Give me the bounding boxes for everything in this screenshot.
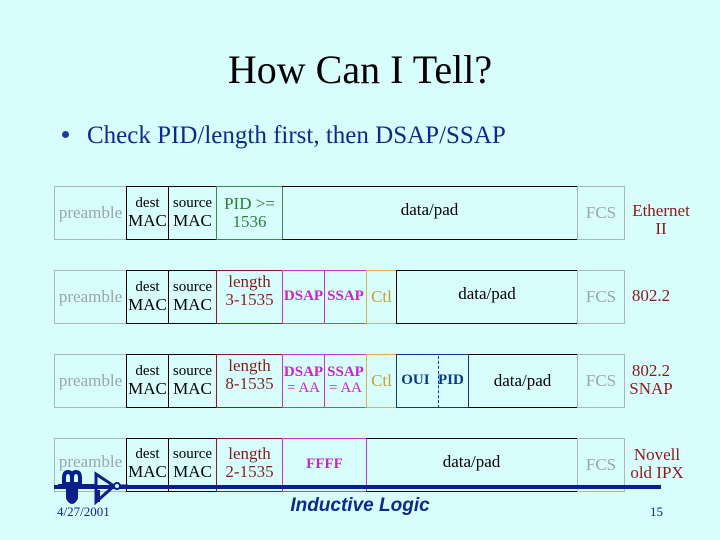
data-pad-field: data/pad	[396, 270, 578, 324]
length-value: 8-1535	[225, 373, 274, 393]
frame-type-line1: 802.2	[631, 286, 671, 305]
oui-pid-divider	[438, 356, 439, 408]
pid-field: PID >= 1536	[216, 186, 283, 240]
preamble-field: preamble	[54, 354, 127, 408]
length-label: length	[228, 272, 271, 291]
snap-pid-label: PID	[437, 372, 464, 389]
data-pad-field: data/pad	[282, 186, 578, 240]
dest-label: dest	[135, 446, 160, 462]
dsap-field: DSAP = AA	[282, 354, 325, 408]
source-mac-field: source MAC	[168, 270, 217, 324]
ffff-field: FFFF	[282, 438, 367, 492]
preamble-field: preamble	[54, 186, 127, 240]
source-mac-field: source MAC	[168, 354, 217, 408]
frame-type-label: 802.2	[626, 287, 676, 305]
dest-label: dest	[135, 195, 160, 212]
mac-label: MAC	[128, 294, 167, 314]
frame-type-line2: SNAP	[629, 378, 673, 398]
dest-mac-field: dest MAC	[126, 354, 169, 408]
frame-type-line2: old IPX	[630, 462, 684, 482]
dest-label: dest	[135, 363, 160, 380]
fcs-field: FCS	[577, 438, 625, 492]
ctl-field: Ctl	[366, 354, 397, 408]
mac-label: MAC	[128, 461, 167, 481]
mac-label: MAC	[173, 378, 212, 398]
bullet-text: Check PID/length first, then DSAP/SSAP	[87, 122, 506, 149]
slide-title: How Can I Tell?	[227, 47, 493, 92]
bullet-dot-icon	[62, 130, 69, 138]
oui-pid-field: OUI PID	[396, 354, 469, 408]
frame-type-line1: 802.2	[631, 361, 671, 380]
dest-label: dest	[135, 279, 160, 296]
source-label: source	[172, 279, 213, 296]
length-field: length 8-1535	[216, 354, 283, 408]
footer-brand: Inductive Logic	[290, 495, 430, 516]
source-mac-field: source MAC	[168, 186, 217, 240]
bullet-item: Check PID/length first, then DSAP/SSAP	[62, 122, 506, 150]
ssap-field: SSAP = AA	[324, 354, 367, 408]
dest-mac-field: dest MAC	[126, 186, 169, 240]
mac-label: MAC	[128, 378, 167, 398]
length-field: length 2-1535	[216, 438, 283, 492]
data-pad-field: data/pad	[366, 438, 578, 492]
fcs-field: FCS	[577, 186, 625, 240]
dsap-value: = AA	[286, 380, 321, 396]
frame-type-label: 802.2 SNAP	[624, 362, 678, 398]
frame-type-line1: Novell	[633, 445, 681, 464]
ssap-label: SSAP	[327, 364, 364, 381]
pid-value: 1536	[232, 212, 267, 231]
length-field: length 3-1535	[216, 270, 283, 324]
ssap-field: SSAP	[324, 270, 367, 324]
fcs-field: FCS	[577, 270, 625, 324]
bus-line	[54, 485, 661, 489]
ctl-field: Ctl	[366, 270, 397, 324]
mac-label: MAC	[173, 294, 212, 314]
oui-label: OUI	[401, 372, 430, 389]
source-mac-field: source MAC	[168, 438, 217, 492]
length-label: length	[228, 444, 271, 463]
source-label: source	[172, 195, 213, 212]
fcs-field: FCS	[577, 354, 625, 408]
dest-mac-field: dest MAC	[126, 270, 169, 324]
length-value: 2-1535	[225, 461, 274, 481]
dsap-field: DSAP	[282, 270, 325, 324]
length-value: 3-1535	[225, 289, 274, 309]
preamble-field: preamble	[54, 270, 127, 324]
ssap-value: = AA	[328, 380, 363, 396]
pid-label: PID >=	[224, 194, 275, 214]
dest-mac-field: dest MAC	[126, 438, 169, 492]
source-label: source	[172, 446, 213, 462]
mac-label: MAC	[128, 210, 167, 230]
frame-type-label: Ethernet II	[626, 202, 696, 238]
frame-type-line2: II	[655, 218, 667, 238]
page-number: 15	[650, 504, 663, 519]
dsap-label: DSAP	[283, 364, 324, 381]
source-label: source	[172, 363, 213, 380]
data-pad-field: data/pad	[468, 354, 578, 408]
mac-label: MAC	[173, 461, 212, 481]
frame-type-line1: Ethernet	[632, 201, 690, 220]
frame-type-label: Novell old IPX	[624, 446, 690, 482]
length-label: length	[228, 356, 271, 375]
mac-label: MAC	[173, 210, 212, 230]
